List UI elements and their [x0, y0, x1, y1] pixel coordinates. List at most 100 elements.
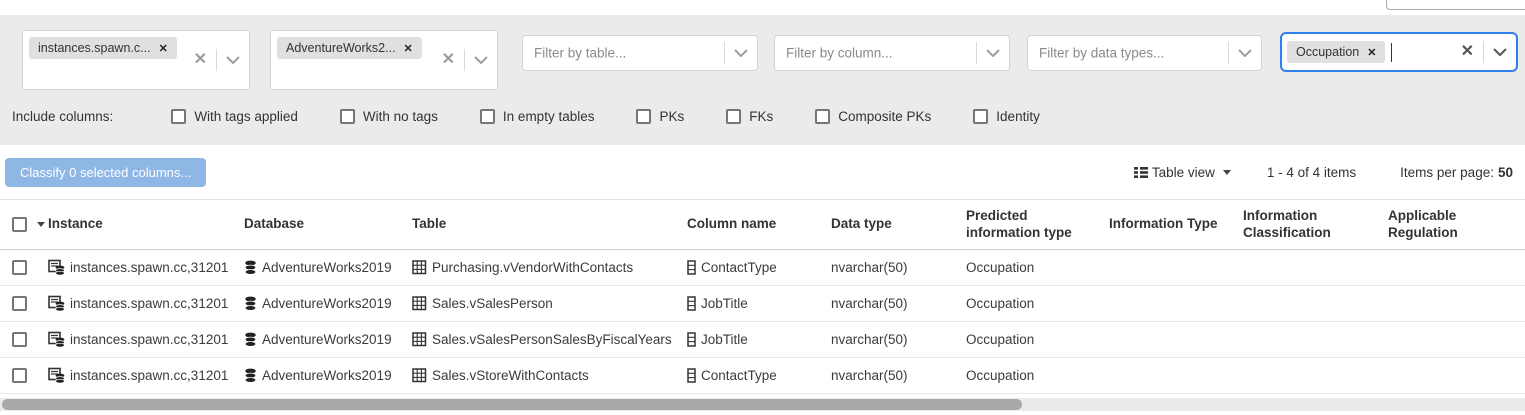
checkbox-icon[interactable]	[636, 109, 652, 124]
top-strip	[0, 0, 1525, 15]
divider	[976, 42, 977, 64]
table-icon	[412, 332, 427, 347]
table-header-row: Instance Database Table Column name Data…	[0, 199, 1525, 250]
datatype-filter-dropdown[interactable]: Filter by data types...	[1027, 35, 1262, 71]
instance-icon	[48, 367, 65, 384]
results-table: Instance Database Table Column name Data…	[0, 199, 1525, 394]
checkbox-label: FKs	[749, 109, 774, 124]
row-checkbox[interactable]	[12, 368, 27, 383]
infotype-filter-dropdown[interactable]: Occupation ✕ ✕	[1280, 32, 1518, 72]
table-row[interactable]: instances.spawn.cc,31201 AdventureWorks2…	[0, 322, 1525, 358]
header-information-classification[interactable]: Information Classification	[1243, 208, 1388, 242]
checkbox-in-empty-tables[interactable]: In empty tables	[479, 109, 595, 124]
chip-remove-icon[interactable]: ✕	[1367, 46, 1376, 59]
items-per-page-value[interactable]: 50	[1498, 165, 1513, 180]
partial-search-box[interactable]	[1386, 0, 1525, 10]
database-filter-dropdown[interactable]: AdventureWorks2... ✕ ✕	[270, 30, 498, 90]
chevron-down-icon[interactable]	[474, 56, 488, 64]
infotype-filter-chip[interactable]: Occupation ✕	[1287, 41, 1386, 63]
chevron-down-icon[interactable]	[226, 56, 240, 64]
column-name-cell: JobTitle	[701, 296, 748, 311]
data-type-cell: nvarchar(50)	[831, 368, 908, 383]
divider	[724, 42, 725, 64]
row-checkbox[interactable]	[12, 260, 27, 275]
include-columns-row: Include columns: With tags applied With …	[12, 109, 1082, 124]
table-cell: Sales.vSalesPersonSalesByFiscalYears	[432, 332, 672, 347]
clear-icon[interactable]: ✕	[442, 52, 455, 68]
checkbox-icon[interactable]	[973, 109, 989, 124]
header-instance[interactable]: Instance	[48, 216, 244, 233]
checkbox-composite-pks[interactable]: Composite PKs	[815, 109, 931, 124]
column-filter-dropdown[interactable]: Filter by column...	[774, 35, 1010, 71]
header-data-type[interactable]: Data type	[831, 216, 966, 233]
instance-filter-chip-label: instances.spawn.c...	[38, 41, 151, 55]
classify-button[interactable]: Classify 0 selected columns...	[5, 158, 207, 187]
horizontal-scrollbar[interactable]	[0, 398, 1525, 411]
checkbox-icon[interactable]	[479, 109, 495, 124]
database-cell: AdventureWorks2019	[262, 260, 392, 275]
datatype-filter-placeholder: Filter by data types...	[1039, 45, 1165, 61]
instance-icon	[48, 295, 65, 312]
checkbox-icon[interactable]	[171, 109, 187, 124]
table-filter-dropdown[interactable]: Filter by table...	[522, 35, 758, 71]
chevron-down-icon[interactable]	[1238, 49, 1252, 57]
horizontal-scrollbar-thumb[interactable]	[2, 399, 1022, 410]
checkbox-label: In empty tables	[502, 109, 595, 124]
filter-panel: instances.spawn.c... ✕ ✕ AdventureWorks2…	[0, 15, 1525, 145]
database-icon	[244, 368, 257, 383]
checkbox-label: Identity	[996, 109, 1040, 124]
instance-cell: instances.spawn.cc,31201	[70, 260, 229, 275]
clear-icon[interactable]: ✕	[1461, 44, 1474, 60]
table-view-label: Table view	[1151, 165, 1215, 180]
divider	[1228, 42, 1229, 64]
header-database[interactable]: Database	[244, 216, 412, 233]
header-applicable-regulation[interactable]: Applicable Regulation	[1388, 208, 1525, 242]
row-checkbox[interactable]	[12, 332, 27, 347]
header-column-name[interactable]: Column name	[687, 216, 831, 233]
predicted-information-type-cell: Occupation	[966, 368, 1035, 383]
column-name-cell: JobTitle	[701, 332, 748, 347]
predicted-information-type-cell: Occupation	[966, 332, 1035, 347]
table-row[interactable]: instances.spawn.cc,31201 AdventureWorks2…	[0, 286, 1525, 322]
select-all-checkbox[interactable]	[12, 217, 27, 232]
column-name-cell: ContactType	[701, 368, 777, 383]
predicted-information-type-cell: Occupation	[966, 296, 1035, 311]
instance-icon	[48, 259, 65, 276]
checkbox-fks[interactable]: FKs	[726, 109, 773, 124]
header-information-type[interactable]: Information Type	[1109, 216, 1243, 233]
checkbox-icon[interactable]	[815, 109, 831, 124]
items-per-page[interactable]: Items per page: 50	[1400, 165, 1513, 180]
table-view-dropdown[interactable]: Table view	[1133, 165, 1231, 180]
checkbox-with-tags-applied[interactable]: With tags applied	[171, 109, 298, 124]
table-icon	[412, 368, 427, 383]
chevron-down-icon[interactable]	[734, 49, 748, 57]
instance-filter-chip[interactable]: instances.spawn.c... ✕	[29, 37, 177, 59]
chevron-down-icon[interactable]	[1493, 48, 1507, 56]
select-menu-caret-icon[interactable]	[37, 222, 45, 227]
database-icon	[244, 296, 257, 311]
chip-remove-icon[interactable]: ✕	[159, 42, 168, 55]
checkbox-icon[interactable]	[339, 109, 355, 124]
chip-remove-icon[interactable]: ✕	[404, 42, 413, 55]
clear-icon[interactable]: ✕	[194, 52, 207, 68]
checkbox-icon[interactable]	[726, 109, 742, 124]
checkbox-with-no-tags[interactable]: With no tags	[339, 109, 438, 124]
database-cell: AdventureWorks2019	[262, 296, 392, 311]
header-predicted-information-type[interactable]: Predicted information type	[966, 208, 1109, 242]
checkbox-identity[interactable]: Identity	[973, 109, 1040, 124]
column-filter-placeholder: Filter by column...	[786, 45, 893, 61]
checkbox-label: With no tags	[362, 109, 438, 124]
caret-down-icon	[1222, 170, 1231, 175]
instance-cell: instances.spawn.cc,31201	[70, 332, 229, 347]
table-cell: Sales.vStoreWithContacts	[432, 368, 589, 383]
predicted-information-type-cell: Occupation	[966, 260, 1035, 275]
header-table[interactable]: Table	[412, 216, 687, 233]
checkbox-pks[interactable]: PKs	[636, 109, 684, 124]
database-filter-chip[interactable]: AdventureWorks2... ✕	[277, 37, 422, 59]
table-row[interactable]: instances.spawn.cc,31201 AdventureWorks2…	[0, 358, 1525, 394]
table-filter-placeholder: Filter by table...	[534, 45, 627, 61]
table-row[interactable]: instances.spawn.cc,31201 AdventureWorks2…	[0, 250, 1525, 286]
chevron-down-icon[interactable]	[986, 49, 1000, 57]
instance-filter-dropdown[interactable]: instances.spawn.c... ✕ ✕	[22, 30, 250, 90]
row-checkbox[interactable]	[12, 296, 27, 311]
